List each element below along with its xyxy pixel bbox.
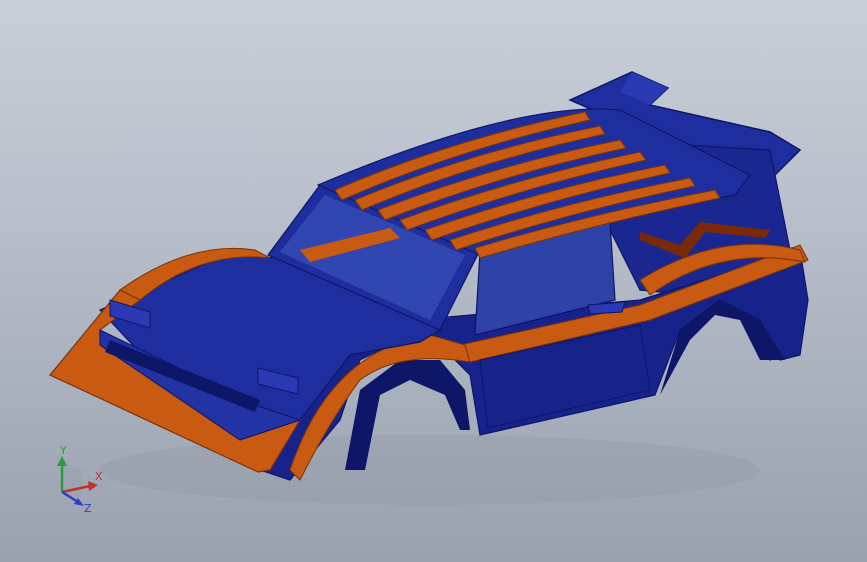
x-axis-label: X: [95, 470, 103, 483]
y-axis-head: [57, 456, 67, 466]
car-body-model[interactable]: [0, 0, 867, 562]
ground-shadow: [100, 435, 760, 505]
y-axis-label: Y: [59, 444, 67, 457]
z-axis-label: Z: [84, 502, 92, 515]
graphics-viewport[interactable]: Y X Z: [0, 0, 867, 562]
orientation-triad[interactable]: Y X Z: [40, 440, 110, 520]
